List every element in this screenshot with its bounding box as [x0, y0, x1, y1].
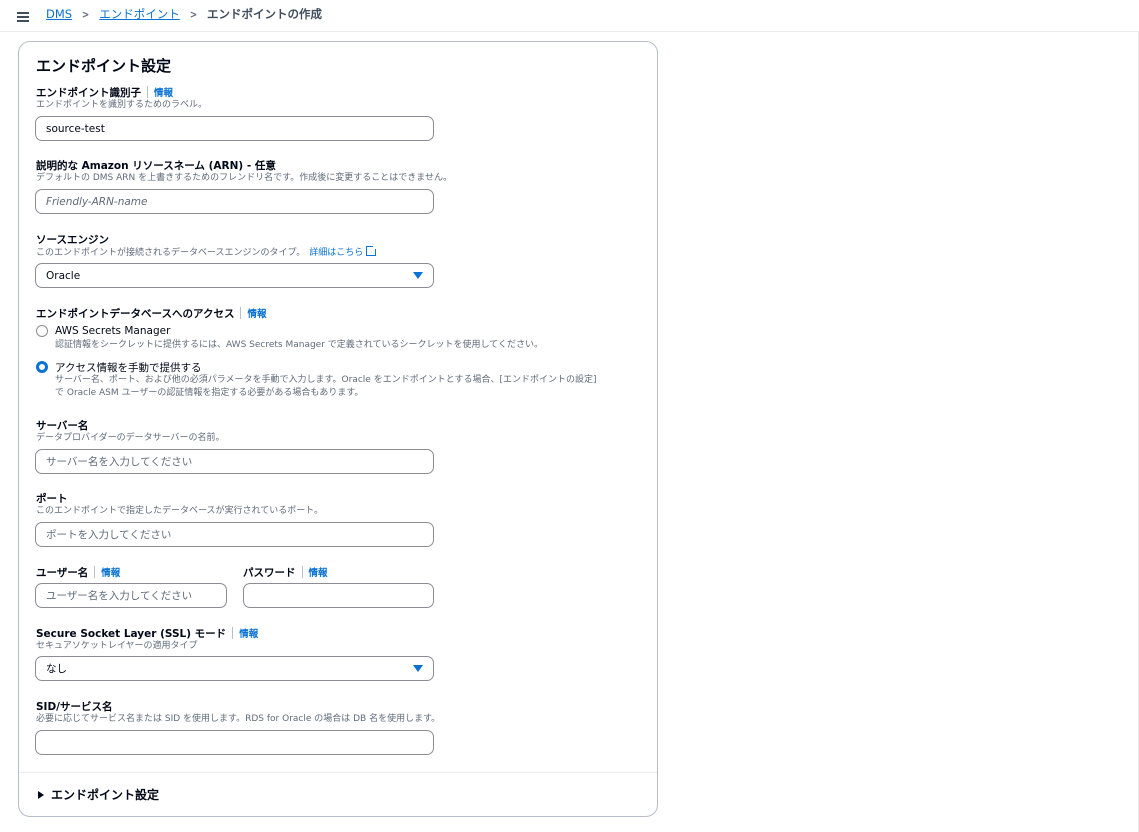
arn-label: 説明的な Amazon リソースネーム (ARN) - 任意 — [36, 159, 276, 172]
engine-field-header: ソースエンジン このエンドポイントが接続されるデータベースエンジンのタイプ。 詳細… — [36, 232, 378, 259]
port-field-header: ポート このエンドポイントで指定したデータベースが実行されているポート。 — [36, 491, 323, 517]
arn-field-header: 説明的な Amazon リソースネーム (ARN) - 任意 デフォルトの DM… — [36, 158, 452, 184]
identifier-description: エンドポイントを識別するためのラベル。 — [36, 100, 208, 110]
engine-select-value: Oracle — [46, 269, 81, 282]
port-description: このエンドポイントで指定したデータベースが実行されているポート。 — [36, 506, 324, 516]
info-separator — [301, 566, 303, 578]
external-link-icon[interactable] — [366, 245, 378, 256]
dropdown-arrow-icon — [413, 272, 423, 279]
ssl-select-value: なし — [46, 663, 67, 675]
chevron-right-icon: > — [189, 7, 198, 21]
server-name-input[interactable]: サーバー名を入力してください — [35, 449, 434, 474]
secrets-manager-description: 認証情報をシークレットに提供するには、AWS Secrets Manager で… — [55, 340, 543, 350]
port-label: ポート — [36, 492, 68, 505]
info-separator — [232, 627, 234, 639]
info-separator — [94, 566, 96, 578]
breadcrumb-dms[interactable]: DMS — [46, 7, 72, 21]
password-field-header: パスワード 情報 — [243, 565, 328, 579]
secrets-manager-label[interactable]: AWS Secrets Manager — [55, 325, 170, 337]
radio-manual-access[interactable] — [36, 361, 48, 373]
menu-icon[interactable] — [17, 12, 29, 22]
arn-input[interactable]: Friendly-ARN-name — [35, 189, 434, 214]
server-field-header: サーバー名 データプロバイダーのデータサーバーの名前。 — [36, 418, 225, 444]
ssl-field-header: Secure Socket Layer (SSL) モード 情報 セキュアソケッ… — [36, 626, 258, 652]
learn-more-link[interactable]: 詳細はこちら — [309, 248, 363, 258]
engine-label: ソースエンジン — [36, 233, 109, 246]
engine-description-text: このエンドポイントが接続されるデータベースエンジンのタイプ。 — [36, 248, 306, 258]
username-field-header: ユーザー名 情報 — [36, 565, 120, 579]
dropdown-arrow-icon — [413, 665, 423, 672]
info-separator — [240, 307, 242, 319]
password-label: パスワード — [243, 566, 296, 579]
breadcrumb-current: エンドポイントの作成 — [207, 7, 323, 21]
ssl-info-link[interactable]: 情報 — [239, 626, 258, 640]
endpoint-settings-card: エンドポイント設定 エンドポイント識別子 情報 エンドポイントを識別するためのラ… — [18, 41, 658, 817]
identifier-info-link[interactable]: 情報 — [154, 85, 173, 99]
engine-select[interactable]: Oracle — [35, 263, 434, 288]
radio-secrets-manager[interactable] — [36, 325, 48, 337]
manual-access-description-line-1: サーバー名、ポート、および他の必須パラメータを手動で入力します。Oracle を… — [55, 375, 597, 385]
identifier-label: エンドポイント識別子 — [36, 86, 141, 99]
username-info-link[interactable]: 情報 — [101, 565, 120, 579]
manual-access-label[interactable]: アクセス情報を手動で提供する — [55, 360, 201, 375]
manual-access-description-line-2: で Oracle ASM ユーザーの認証情報を指定する必要がある場合もあります。 — [55, 388, 364, 398]
sid-label: SID/サービス名 — [36, 700, 113, 713]
breadcrumb-endpoints[interactable]: エンドポイント — [99, 6, 180, 22]
info-separator — [147, 86, 148, 98]
ssl-mode-select[interactable]: なし — [35, 656, 434, 681]
ssl-description: セキュアソケットレイヤーの適用タイプ — [36, 641, 198, 651]
access-field-header: エンドポイントデータベースへのアクセス 情報 — [36, 306, 266, 320]
password-input[interactable] — [243, 583, 434, 608]
identifier-field-header: エンドポイント識別子 情報 エンドポイントを識別するためのラベル。 — [36, 85, 207, 111]
port-input[interactable]: ポートを入力してください — [35, 522, 434, 547]
chevron-right-icon: > — [82, 7, 90, 21]
top-navigation-bar: DMS > エンドポイント > エンドポイントの作成 — [0, 0, 1139, 32]
server-label: サーバー名 — [36, 419, 89, 432]
endpoint-settings-expander[interactable]: エンドポイント設定 — [38, 786, 159, 803]
access-info-link[interactable]: 情報 — [247, 306, 266, 320]
expander-label: エンドポイント設定 — [51, 788, 160, 802]
sid-description: 必要に応じてサービス名または SID を使用します。RDS for Oracle… — [36, 714, 441, 724]
sid-field-header: SID/サービス名 必要に応じてサービス名または SID を使用します。RDS … — [36, 699, 440, 725]
password-info-link[interactable]: 情報 — [309, 565, 328, 579]
server-description: データプロバイダーのデータサーバーの名前。 — [36, 433, 225, 443]
caret-right-icon — [38, 790, 44, 799]
identifier-input[interactable]: source-test — [35, 116, 434, 141]
engine-description: このエンドポイントが接続されるデータベースエンジンのタイプ。 詳細はこちら — [36, 245, 378, 259]
arn-description: デフォルトの DMS ARN を上書きするためのフレンドリ名です。作成後に変更す… — [36, 173, 452, 183]
ssl-label: Secure Socket Layer (SSL) モード — [36, 627, 227, 640]
username-label: ユーザー名 — [36, 566, 89, 579]
access-label: エンドポイントデータベースへのアクセス — [36, 307, 235, 320]
sid-input[interactable] — [35, 730, 434, 755]
breadcrumb: DMS > エンドポイント > エンドポイントの作成 — [46, 6, 322, 22]
section-divider — [19, 772, 657, 773]
username-input[interactable]: ユーザー名を入力してください — [35, 583, 227, 608]
card-title: エンドポイント設定 — [36, 57, 172, 75]
